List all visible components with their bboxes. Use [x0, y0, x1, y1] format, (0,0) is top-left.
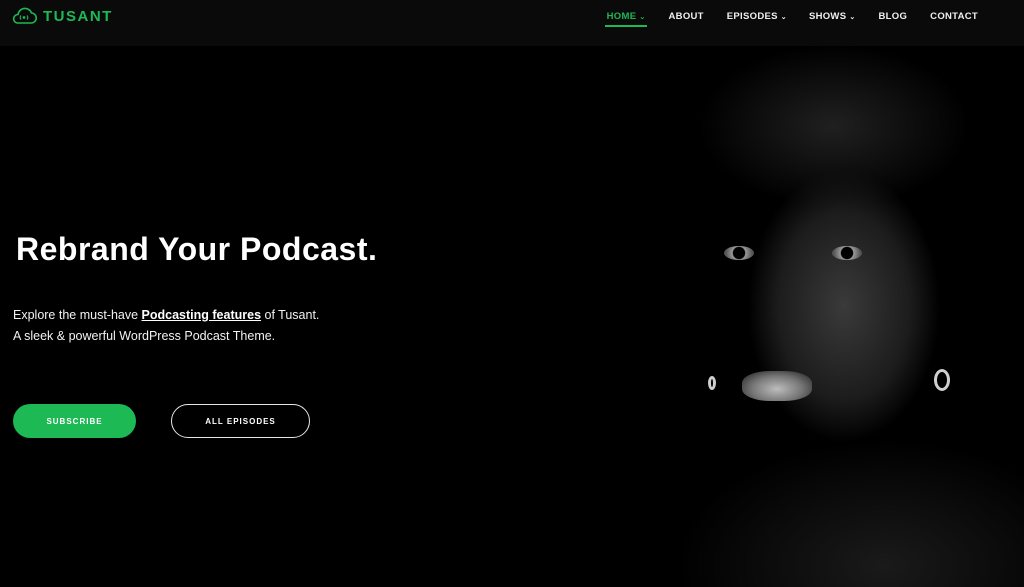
chevron-down-icon: ⌄ — [849, 13, 856, 21]
hero-desc-line-1: Explore the must-have Podcasting feature… — [13, 305, 319, 326]
chevron-down-icon: ⌄ — [780, 13, 787, 21]
podcasting-features-link[interactable]: Podcasting features — [142, 308, 261, 322]
nav-blog[interactable]: BLOG — [879, 11, 908, 22]
nav-home-label: HOME — [606, 11, 637, 22]
hero-portrait-image — [624, 46, 1024, 587]
hero-desc-text: of Tusant. — [261, 308, 320, 322]
portrait-eye-left — [724, 246, 754, 260]
subscribe-button-label: SUBSCRIBE — [46, 416, 103, 426]
nav-blog-label: BLOG — [878, 11, 908, 22]
nav-about-label: ABOUT — [668, 11, 704, 22]
nav-home[interactable]: HOME ⌄ — [604, 11, 647, 27]
nav-contact-label: CONTACT — [930, 11, 978, 22]
cloud-broadcast-icon — [12, 7, 38, 24]
nav-contact[interactable]: CONTACT — [930, 11, 978, 22]
all-episodes-button-label: ALL EPISODES — [205, 416, 276, 426]
all-episodes-button[interactable]: ALL EPISODES — [171, 404, 310, 438]
hero-desc-text: Explore the must-have — [13, 308, 142, 322]
hero-desc-line-2: A sleek & powerful WordPress Podcast The… — [13, 329, 276, 343]
nav-episodes-label: EPISODES — [726, 11, 778, 22]
logo[interactable]: TUSANT — [10, 6, 113, 26]
nav-about[interactable]: ABOUT — [669, 11, 704, 22]
brand-name: TUSANT — [43, 7, 113, 25]
portrait-earring — [708, 376, 716, 390]
portrait-eye-right — [832, 246, 862, 260]
site-header: TUSANT HOME ⌄ ABOUT EPISODES ⌄ SHOWS ⌄ B… — [0, 0, 1024, 46]
portrait-earring — [934, 369, 950, 391]
nav-shows-label: SHOWS — [808, 11, 847, 22]
nav-shows[interactable]: SHOWS ⌄ — [809, 11, 856, 22]
hero-description: Explore the must-have Podcasting feature… — [13, 305, 319, 347]
main-nav: HOME ⌄ ABOUT EPISODES ⌄ SHOWS ⌄ BLOG CON… — [604, 11, 1024, 27]
chevron-down-icon: ⌄ — [639, 13, 646, 21]
hero-title: Rebrand Your Podcast. — [16, 231, 378, 267]
subscribe-button[interactable]: SUBSCRIBE — [13, 404, 136, 438]
portrait-mouth — [742, 371, 812, 401]
nav-episodes[interactable]: EPISODES ⌄ — [727, 11, 787, 22]
